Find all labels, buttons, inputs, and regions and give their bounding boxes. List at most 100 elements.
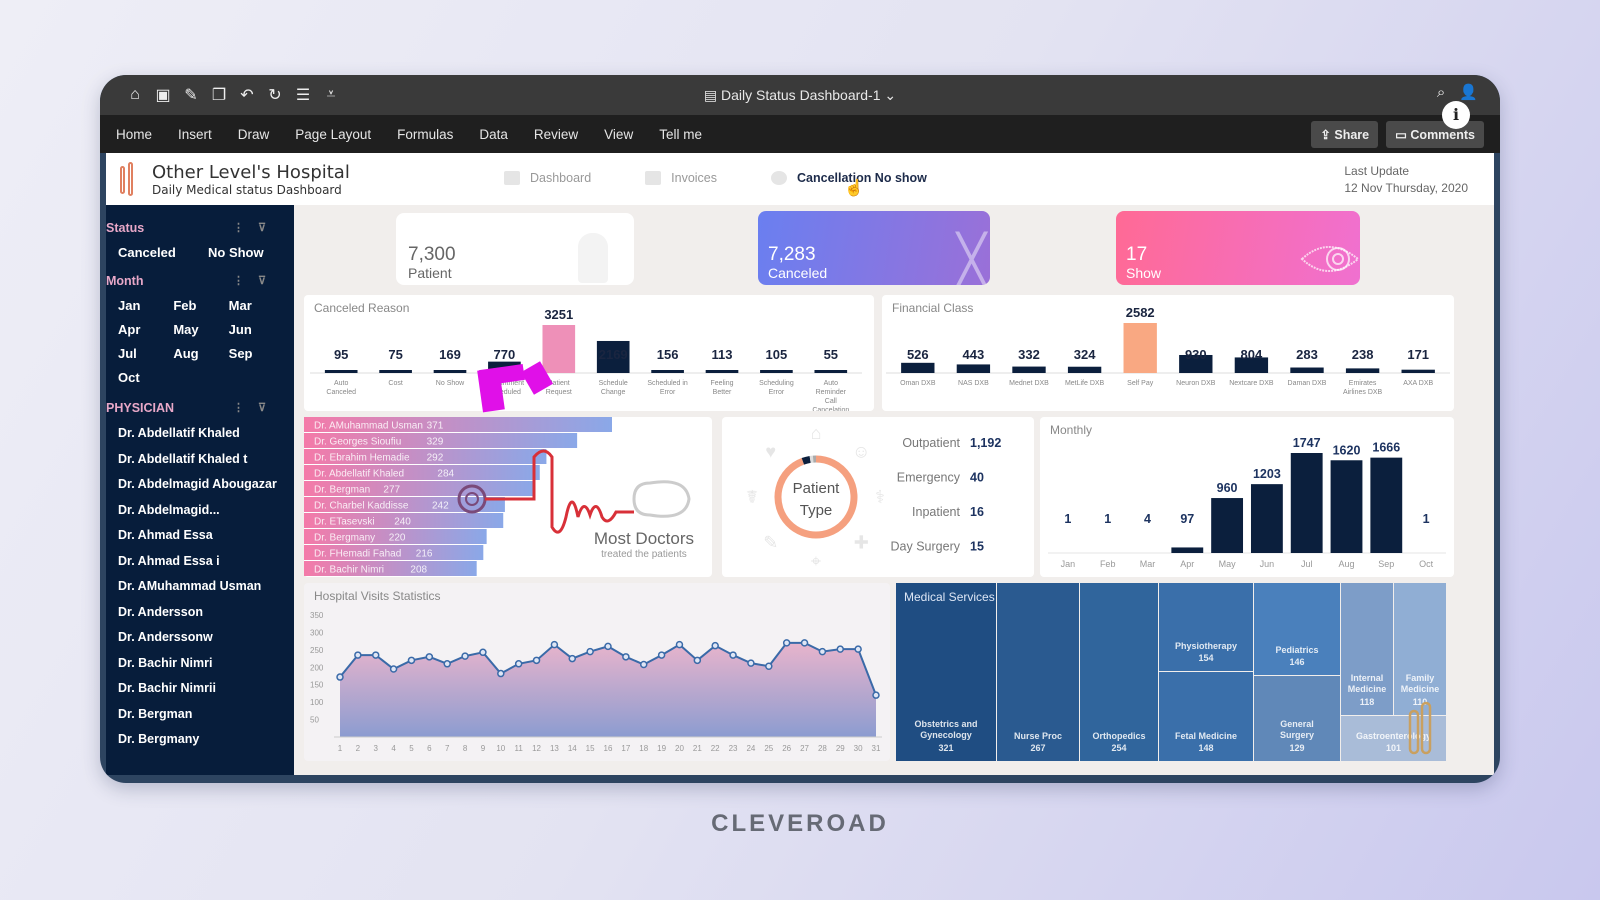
data-point[interactable] xyxy=(568,654,577,663)
slicer-month-apr[interactable]: Apr xyxy=(118,322,173,337)
slicer-month-aug[interactable]: Aug xyxy=(173,346,228,361)
slicer-physician[interactable]: Dr. Anderssonw xyxy=(118,625,294,651)
menu-insert[interactable]: Insert xyxy=(178,127,212,142)
redo-icon[interactable]: ↻ xyxy=(266,85,284,105)
slicer-month-jul[interactable]: Jul xyxy=(118,346,173,361)
menu-review[interactable]: Review xyxy=(534,127,578,142)
data-point[interactable] xyxy=(586,647,594,656)
bar[interactable] xyxy=(1211,498,1244,553)
bar[interactable] xyxy=(433,370,467,373)
data-point[interactable] xyxy=(675,640,684,649)
data-point[interactable] xyxy=(872,691,880,699)
data-point[interactable] xyxy=(693,656,702,665)
slicer-status-canceled[interactable]: Canceled xyxy=(118,245,208,260)
bar[interactable] xyxy=(542,325,576,373)
data-point[interactable] xyxy=(532,656,541,665)
bar[interactable] xyxy=(705,370,739,373)
data-point[interactable] xyxy=(782,639,791,647)
slicer-physician[interactable]: Dr. Bergmany xyxy=(118,727,294,753)
donut-slice[interactable] xyxy=(801,455,811,465)
bar[interactable] xyxy=(1123,323,1157,373)
multiselect-icon[interactable]: ⋮ xyxy=(233,402,258,414)
menu-draw[interactable]: Draw xyxy=(238,127,270,142)
menu-data[interactable]: Data xyxy=(479,127,508,142)
bar[interactable] xyxy=(1345,368,1380,373)
slicer-physician[interactable]: Dr. Bachir Nimrii xyxy=(118,676,294,702)
menu-view[interactable]: View xyxy=(604,127,633,142)
info-icon[interactable]: i xyxy=(1442,101,1470,129)
tab-dashboard[interactable]: Dashboard xyxy=(504,171,591,185)
slicer-month-sep[interactable]: Sep xyxy=(229,346,284,361)
clipboard-icon[interactable]: ❐ xyxy=(210,85,228,105)
slicer-physician[interactable]: Dr. Abdelmagid... xyxy=(118,498,294,524)
data-point[interactable] xyxy=(711,641,719,650)
treemap-cell[interactable] xyxy=(1394,583,1446,715)
data-point[interactable] xyxy=(604,642,612,651)
slicer-physician[interactable]: Dr. Ahmad Essa i xyxy=(118,549,294,575)
data-point[interactable] xyxy=(639,660,648,669)
slicer-physician[interactable]: Dr. Ahmad Essa xyxy=(118,523,294,549)
bar[interactable] xyxy=(1250,484,1283,553)
tab-invoices[interactable]: Invoices xyxy=(645,171,717,185)
align-icon[interactable]: ☰ xyxy=(294,85,312,105)
chevron-down-icon[interactable]: ⌄ xyxy=(881,87,896,103)
multiselect-icon[interactable]: ⋮ xyxy=(233,275,258,287)
data-point[interactable] xyxy=(407,656,416,665)
slicer-month-may[interactable]: May xyxy=(173,322,228,337)
slicer-physician[interactable]: Dr. Bergman xyxy=(118,702,294,728)
data-point[interactable] xyxy=(443,660,451,668)
search-icon[interactable]: ⌕ xyxy=(1437,84,1445,101)
data-point[interactable] xyxy=(622,653,630,661)
bar[interactable] xyxy=(651,370,684,373)
menu-tell-me[interactable]: Tell me xyxy=(659,127,702,142)
menu-page-layout[interactable]: Page Layout xyxy=(295,127,371,142)
bar[interactable] xyxy=(956,364,991,373)
data-point[interactable] xyxy=(479,648,487,657)
home-icon[interactable]: ⌂ xyxy=(126,86,144,104)
data-point[interactable] xyxy=(336,673,344,681)
data-point[interactable] xyxy=(765,662,773,670)
share-button[interactable]: ⇪ Share xyxy=(1311,121,1379,148)
slicer-month-mar[interactable]: Mar xyxy=(229,298,284,313)
bar[interactable] xyxy=(814,370,848,373)
clear-filter-icon[interactable]: ⊽ xyxy=(258,402,280,414)
bar[interactable] xyxy=(1290,453,1323,553)
data-point[interactable] xyxy=(800,639,809,647)
slicer-month-feb[interactable]: Feb xyxy=(173,298,228,313)
slicer-physician[interactable]: Dr. Bachir Nimri xyxy=(118,651,294,677)
customize-icon[interactable]: ⩡ xyxy=(322,86,340,104)
bar[interactable] xyxy=(1012,366,1046,373)
slicer-status-no-show[interactable]: No Show xyxy=(208,245,298,260)
data-point[interactable] xyxy=(514,660,523,668)
data-point[interactable] xyxy=(550,640,559,649)
account-icon[interactable]: 👤 xyxy=(1459,83,1478,101)
edit-icon[interactable]: ✎ xyxy=(182,85,200,105)
slicer-physician[interactable]: Dr. Andersson xyxy=(118,600,294,626)
data-point[interactable] xyxy=(836,645,845,653)
data-point[interactable] xyxy=(497,669,505,678)
bar[interactable] xyxy=(901,362,935,373)
bar[interactable] xyxy=(1330,460,1363,553)
data-point[interactable] xyxy=(747,659,755,667)
data-point[interactable] xyxy=(371,651,380,659)
bar[interactable] xyxy=(1401,369,1435,373)
undo-icon[interactable]: ↶ xyxy=(238,85,256,105)
data-point[interactable] xyxy=(657,651,666,659)
data-point[interactable] xyxy=(818,647,827,656)
menu-formulas[interactable]: Formulas xyxy=(397,127,453,142)
comments-button[interactable]: ▭ Comments xyxy=(1386,121,1484,148)
bar[interactable] xyxy=(760,370,793,373)
bar[interactable] xyxy=(1290,367,1324,373)
data-point[interactable] xyxy=(854,645,862,653)
slicer-month-jan[interactable]: Jan xyxy=(118,298,173,313)
data-point[interactable] xyxy=(354,651,362,659)
slicer-month-oct[interactable]: Oct xyxy=(118,370,173,385)
bar[interactable] xyxy=(379,370,412,373)
slicer-physician[interactable]: Dr. AMuhammad Usman xyxy=(118,574,294,600)
menu-home[interactable]: Home xyxy=(116,127,152,142)
bar[interactable] xyxy=(324,370,358,373)
bar[interactable] xyxy=(1067,366,1102,373)
bar[interactable] xyxy=(1370,457,1403,553)
save-icon[interactable]: ▣ xyxy=(154,85,172,105)
slicer-month-jun[interactable]: Jun xyxy=(229,322,284,337)
